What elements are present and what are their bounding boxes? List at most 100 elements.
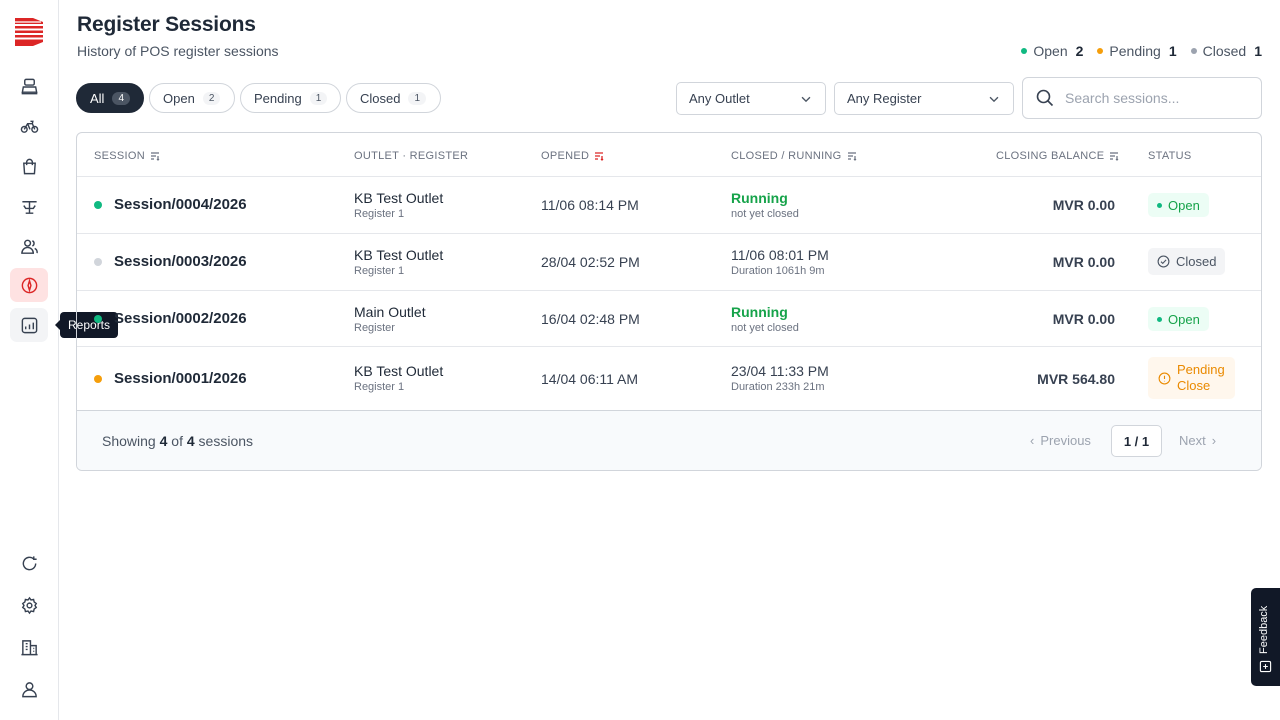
- page-subtitle: History of POS register sessions: [77, 43, 279, 59]
- search-box[interactable]: [1022, 77, 1262, 119]
- previous-label: Previous: [1040, 433, 1091, 448]
- search-input[interactable]: [1065, 90, 1245, 106]
- closing-balance: MVR 0.00: [1052, 311, 1115, 327]
- showing-prefix: Showing: [102, 433, 156, 449]
- status-filter-pills: All 4 Open 2 Pending 1 Closed 1: [76, 83, 441, 113]
- closed-running: Running not yet closed: [731, 304, 799, 334]
- total-count: 4: [186, 433, 195, 449]
- closed-running: 23/04 11:33 PM Duration 233h 21m: [731, 363, 829, 393]
- sidebar: Reports: [0, 0, 119, 720]
- sidebar-item-sessions[interactable]: [10, 268, 48, 302]
- filter-pill-count: 1: [408, 91, 427, 105]
- column-header-balance[interactable]: CLOSING BALANCE: [996, 150, 1119, 162]
- session-id: Session/0002/2026: [114, 310, 247, 327]
- table-row[interactable]: Session/0002/2026 Main Outlet Register 1…: [77, 291, 1261, 347]
- column-header-outlet: OUTLET · REGISTER: [354, 150, 468, 162]
- previous-button[interactable]: ‹ Previous: [1030, 433, 1091, 448]
- open-dot-icon: [1021, 48, 1028, 54]
- table-row[interactable]: Session/0003/2026 KB Test Outlet Registe…: [77, 234, 1261, 291]
- filter-pill-all[interactable]: All 4: [76, 83, 144, 113]
- chevron-left-icon: ‹: [1030, 433, 1035, 448]
- status-cell: Pending Close: [1148, 357, 1235, 399]
- session-name[interactable]: Session/0004/2026: [94, 196, 247, 213]
- closed-time: 11/06 08:01 PM: [731, 247, 829, 263]
- summary-open: Open 2: [1021, 43, 1083, 59]
- refresh-icon: [22, 555, 37, 570]
- closed-running: Running not yet closed: [731, 190, 799, 220]
- closed-sub: not yet closed: [731, 322, 799, 334]
- search-icon: [1036, 89, 1054, 107]
- column-header-status: STATUS: [1148, 150, 1192, 162]
- sidebar-item-delivery[interactable]: [10, 109, 48, 143]
- sidebar-item-register[interactable]: [10, 69, 48, 103]
- register-select[interactable]: Any Register: [834, 82, 1014, 115]
- filter-pill-count: 1: [309, 91, 328, 105]
- outlet-name: KB Test Outlet: [354, 247, 444, 263]
- opened-time: 11/06 08:14 PM: [541, 197, 639, 213]
- next-button[interactable]: Next ›: [1179, 433, 1216, 448]
- outlet-register: KB Test Outlet Register 1: [354, 190, 443, 220]
- closed-sub: Duration 1061h 9m: [731, 265, 825, 277]
- table-row[interactable]: Session/0001/2026 KB Test Outlet Registe…: [77, 347, 1261, 411]
- page-indicator[interactable]: 1 / 1: [1111, 425, 1162, 457]
- column-header-opened[interactable]: OPENED: [541, 150, 604, 162]
- filter-pill-count: 2: [202, 91, 221, 105]
- sidebar-item-customers[interactable]: [10, 229, 48, 263]
- summary-pending: Pending 1: [1097, 43, 1177, 59]
- brand-logo-icon[interactable]: [13, 16, 45, 48]
- session-name[interactable]: Session/0002/2026: [94, 310, 247, 327]
- sort-icon: [151, 152, 160, 161]
- table-header: SESSION OUTLET · REGISTER OPENED CLOSED …: [77, 133, 1261, 177]
- status-badge: Pending Close: [1148, 357, 1235, 399]
- chevron-down-icon: [801, 96, 811, 102]
- outlet-select[interactable]: Any Outlet: [676, 82, 826, 115]
- outlet-name: Main Outlet: [354, 304, 426, 320]
- compass-icon: [21, 277, 37, 293]
- outlet-select-value: Any Outlet: [689, 91, 750, 106]
- gear-icon: [21, 596, 37, 614]
- shopping-bag-icon: [22, 158, 36, 174]
- session-name[interactable]: Session/0001/2026: [94, 370, 247, 387]
- status-dot-icon: [94, 314, 102, 323]
- session-name[interactable]: Session/0003/2026: [94, 253, 247, 270]
- feedback-label: Feedback: [1258, 605, 1270, 654]
- status-dot-icon: [94, 200, 102, 209]
- column-header-session[interactable]: SESSION: [94, 150, 160, 162]
- reports-icon: [21, 317, 37, 333]
- outlet-name: KB Test Outlet: [354, 190, 444, 206]
- feedback-icon: [1259, 660, 1272, 673]
- sort-icon: [847, 152, 856, 161]
- showing-of: of: [171, 433, 183, 449]
- status-label: Open: [1168, 311, 1200, 327]
- shown-count: 4: [159, 433, 168, 449]
- status-dot-icon: [94, 257, 102, 266]
- column-header-label: STATUS: [1148, 150, 1192, 162]
- chevron-right-icon: ›: [1211, 433, 1217, 448]
- feedback-tab[interactable]: Feedback: [1251, 588, 1280, 686]
- column-header-closed[interactable]: CLOSED / RUNNING: [731, 150, 857, 162]
- status-dot-icon: [94, 374, 102, 383]
- status-dot-icon: [1157, 316, 1162, 322]
- sidebar-item-profile[interactable]: [10, 672, 48, 706]
- alert-circle-icon: [1158, 372, 1171, 384]
- filter-pill-open[interactable]: Open 2: [149, 83, 235, 113]
- status-badge: Open: [1148, 193, 1209, 217]
- table-row[interactable]: Session/0004/2026 KB Test Outlet Registe…: [77, 177, 1261, 234]
- bike-icon: [20, 120, 38, 133]
- sidebar-item-settings[interactable]: [10, 588, 48, 622]
- column-header-label: SESSION: [94, 150, 146, 162]
- sidebar-item-sync[interactable]: [10, 546, 48, 580]
- outlet-name: KB Test Outlet: [354, 363, 444, 379]
- closing-balance: MVR 0.00: [1052, 254, 1115, 270]
- sidebar-item-company[interactable]: [10, 630, 48, 664]
- filter-pill-closed[interactable]: Closed 1: [346, 83, 441, 113]
- register-select-value: Any Register: [847, 91, 922, 106]
- sidebar-item-reports[interactable]: [10, 308, 48, 342]
- sort-desc-icon: [595, 152, 604, 161]
- summary-open-label: Open: [1033, 43, 1068, 59]
- session-id: Session/0003/2026: [114, 253, 247, 270]
- summary-pending-count: 1: [1168, 43, 1177, 59]
- filter-pill-pending[interactable]: Pending 1: [240, 83, 341, 113]
- sidebar-item-orders[interactable]: [10, 149, 48, 183]
- sidebar-item-tables[interactable]: [10, 189, 48, 223]
